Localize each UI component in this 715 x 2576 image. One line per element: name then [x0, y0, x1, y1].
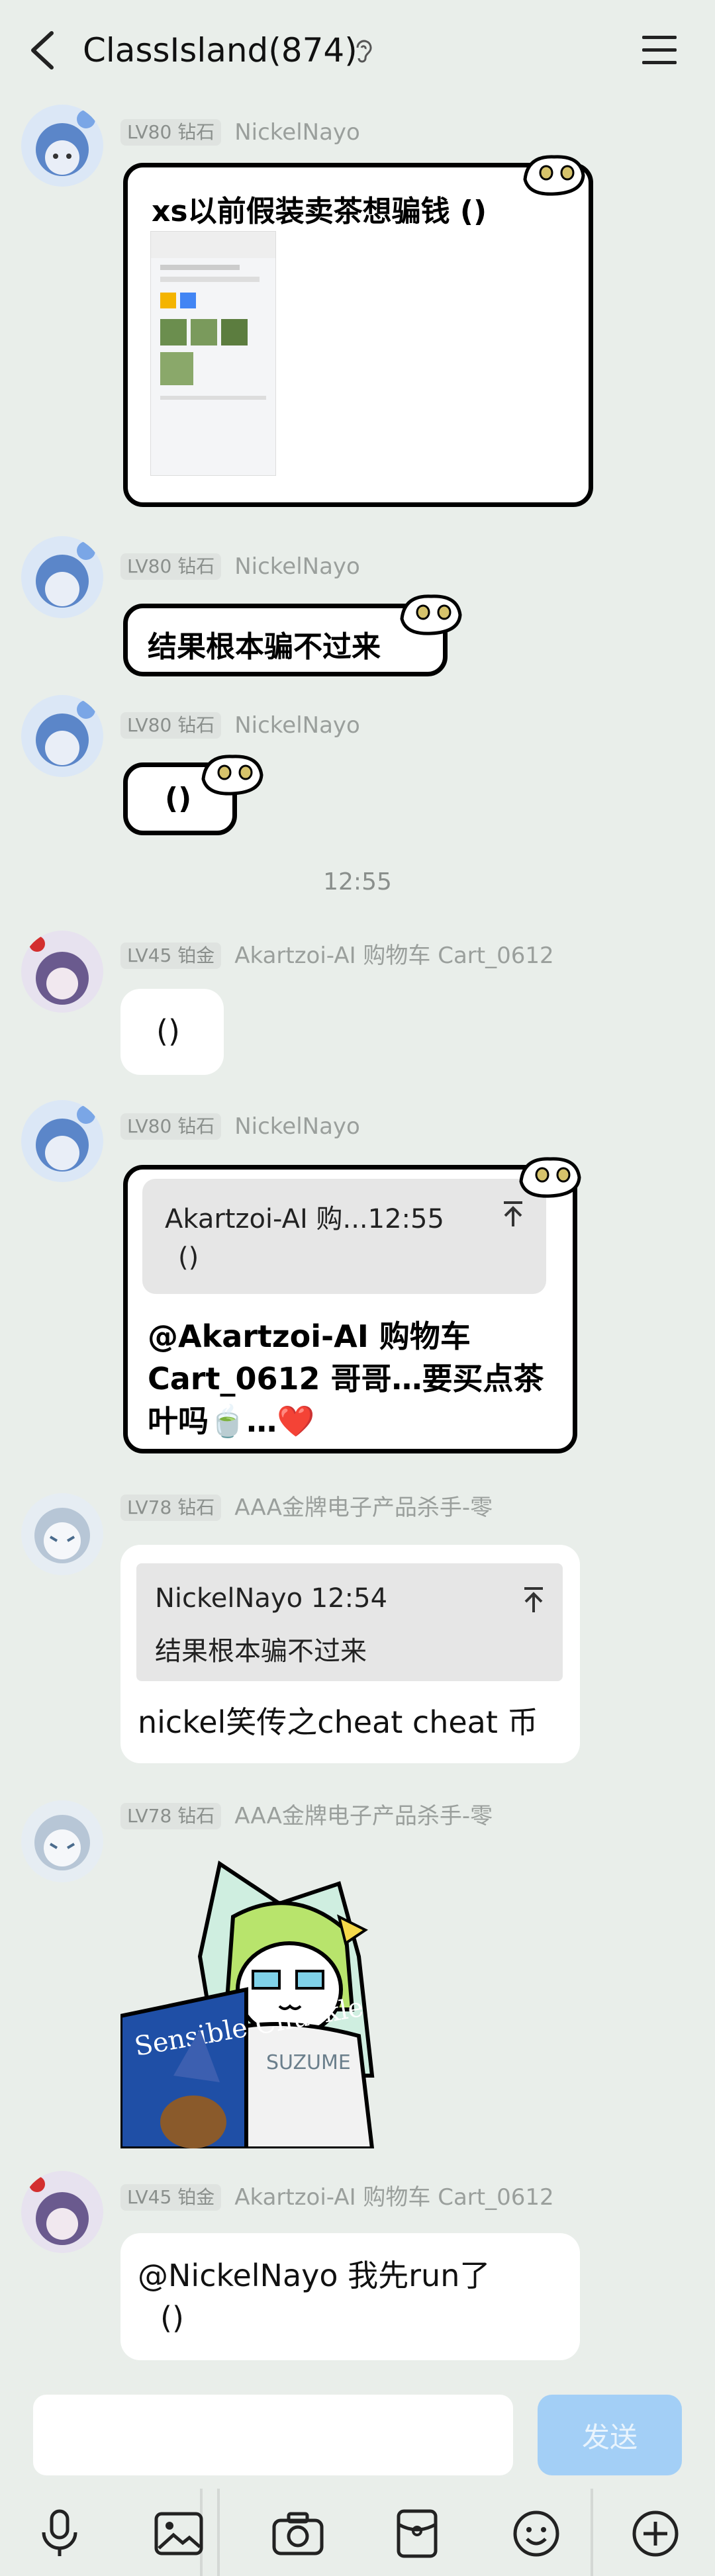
sticker-image[interactable]: SUZUME Sensible Chuckle	[119, 1857, 422, 2150]
message-bubble[interactable]: @NickelNayo 我先run了 ()	[120, 2233, 580, 2360]
message-bubble[interactable]: Akartzoi-AI 购...12:55 () @Akartzoi-AI 购物…	[123, 1157, 581, 1453]
sender-name[interactable]: AAA金牌电子产品杀手-零	[234, 1803, 493, 1829]
avatar[interactable]	[21, 695, 103, 777]
cartoon-eyes-icon	[201, 755, 263, 796]
level-badge: LV45 铂金	[120, 943, 222, 969]
sender-meta: LV45 铂金 Akartzoi-AI 购物车 Cart_0612	[120, 943, 554, 969]
sender-name[interactable]: AAA金牌电子产品杀手-零	[234, 1495, 493, 1521]
cartoon-eyes-icon	[400, 594, 462, 635]
red-packet-icon[interactable]	[384, 2501, 450, 2567]
sender-name[interactable]: Akartzoi-AI 购物车 Cart_0612	[234, 943, 553, 969]
level-badge: LV80 钻石	[120, 119, 222, 146]
message-text: @NickelNayo 我先run了 ()	[138, 2258, 491, 2336]
input-area: 发送	[0, 2380, 715, 2489]
level-badge: LV78 钻石	[120, 1495, 222, 1521]
sender-meta: LV80 钻石 NickelNayo	[120, 712, 360, 739]
avatar[interactable]	[21, 105, 103, 187]
level-badge: LV80 钻石	[120, 1113, 222, 1140]
divider	[217, 2489, 220, 2576]
avatar[interactable]	[21, 1800, 103, 1882]
plus-icon[interactable]	[622, 2501, 689, 2567]
message-bubble[interactable]: 结果根本骗不过来	[123, 594, 462, 676]
microphone-icon[interactable]	[26, 2501, 93, 2567]
image-icon[interactable]	[146, 2501, 212, 2567]
sender-name[interactable]: NickelNayo	[234, 119, 360, 146]
message-text: ()	[156, 1013, 180, 1049]
message-bubble[interactable]: NickelNayo 12:54 结果根本骗不过来 nickel笑传之cheat…	[120, 1545, 580, 1763]
divider	[591, 2489, 593, 2576]
sender-meta: LV78 钻石 AAA金牌电子产品杀手-零	[120, 1495, 493, 1521]
ear-muted-icon	[356, 40, 372, 63]
level-badge: LV78 钻石	[120, 1803, 222, 1829]
sender-meta: LV80 钻石 NickelNayo	[120, 553, 360, 580]
message-text: 结果根本骗不过来	[148, 630, 381, 664]
bottom-toolbar	[0, 2489, 715, 2576]
sender-meta: LV78 钻石 AAA金牌电子产品杀手-零	[120, 1803, 493, 1829]
camera-icon[interactable]	[265, 2501, 331, 2567]
quoted-message[interactable]: Akartzoi-AI 购...12:55 ()	[142, 1179, 546, 1294]
avatar[interactable]	[21, 931, 103, 1013]
message-bubble[interactable]: ()	[120, 989, 224, 1075]
message-bubble[interactable]: xs以前假装卖茶想骗钱 ()	[123, 155, 593, 507]
menu-icon[interactable]	[640, 32, 679, 69]
quoted-message[interactable]: NickelNayo 12:54 结果根本骗不过来	[136, 1563, 563, 1681]
cartoon-eyes-icon	[523, 155, 585, 196]
sender-name[interactable]: Akartzoi-AI 购物车 Cart_0612	[234, 2184, 553, 2211]
screenshot-thumbnail[interactable]	[150, 231, 276, 476]
sender-meta: LV45 铂金 Akartzoi-AI 购物车 Cart_0612	[120, 2184, 554, 2211]
sender-name[interactable]: NickelNayo	[234, 1113, 360, 1140]
message-input[interactable]	[33, 2395, 513, 2475]
quote-header: NickelNayo 12:54	[155, 1583, 388, 1614]
quote-header: Akartzoi-AI 购...12:55	[165, 1204, 444, 1234]
message-text: nickel笑传之cheat cheat 币	[138, 1704, 538, 1740]
level-badge: LV80 钻石	[120, 553, 222, 580]
sender-name[interactable]: NickelNayo	[234, 712, 360, 739]
avatar[interactable]	[21, 1493, 103, 1575]
quote-body: 结果根本骗不过来	[155, 1636, 367, 1667]
message-text: @Akartzoi-AI 购物车 Cart_0612 哥哥…要买点茶 叶吗🍵…❤…	[148, 1318, 544, 1439]
sender-meta: LV80 钻石 NickelNayo	[120, 119, 360, 146]
message-text: ()	[165, 782, 192, 815]
level-badge: LV80 钻石	[120, 712, 222, 739]
sender-name[interactable]: NickelNayo	[234, 553, 360, 580]
avatar[interactable]	[21, 2171, 103, 2253]
quote-body: ()	[178, 1242, 199, 1273]
jump-to-top-icon[interactable]	[500, 1199, 526, 1230]
sticker-hood-text: SUZUME	[266, 2051, 351, 2074]
chat-header: ClassIsland(874)	[0, 0, 715, 101]
avatar[interactable]	[21, 536, 103, 618]
message-bubble[interactable]: ()	[123, 755, 263, 835]
emoji-icon[interactable]	[503, 2501, 569, 2567]
time-separator: 12:55	[323, 868, 392, 896]
jump-to-top-icon[interactable]	[520, 1585, 547, 1616]
cartoon-eyes-icon	[519, 1157, 581, 1198]
back-arrow-icon[interactable]	[24, 29, 64, 71]
avatar[interactable]	[21, 1100, 103, 1182]
message-text: xs以前假装卖茶想骗钱 ()	[152, 195, 487, 228]
sender-meta: LV80 钻石 NickelNayo	[120, 1113, 360, 1140]
level-badge: LV45 铂金	[120, 2184, 222, 2211]
chat-title[interactable]: ClassIsland(874)	[83, 29, 358, 71]
send-button[interactable]: 发送	[538, 2395, 682, 2475]
